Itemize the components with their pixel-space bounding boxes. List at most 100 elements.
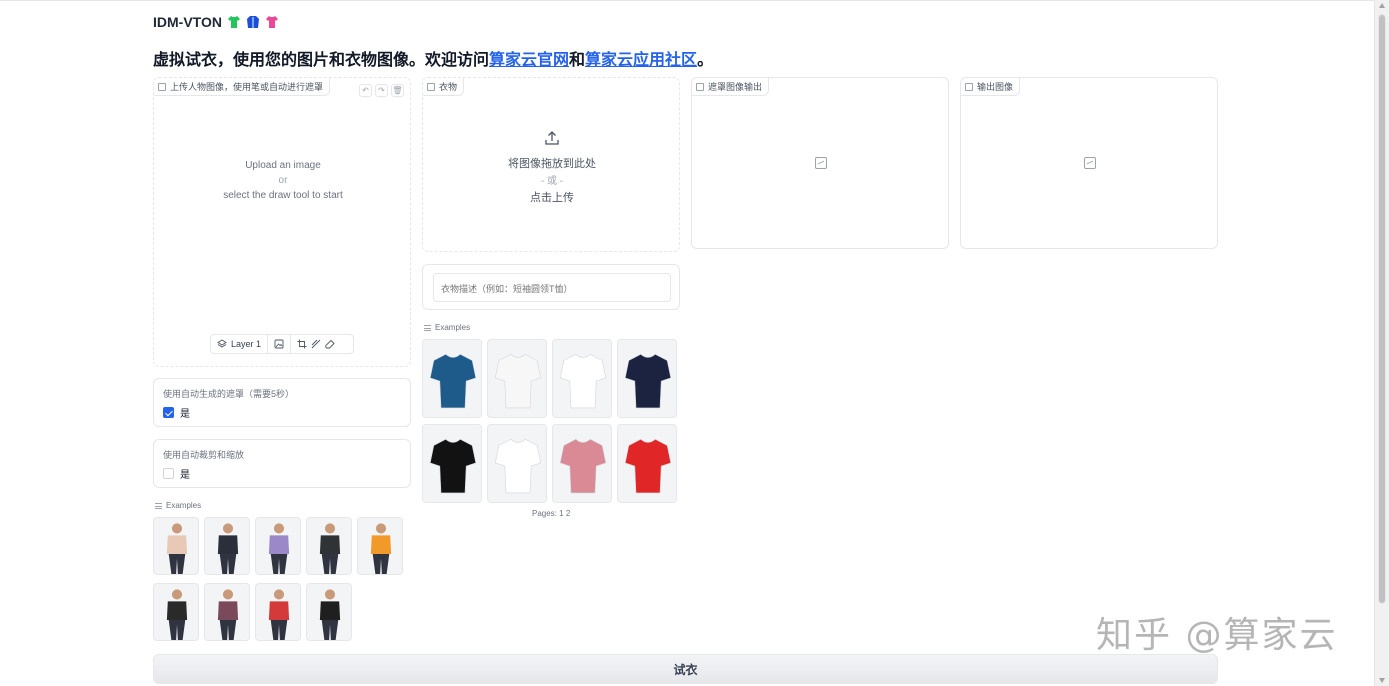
editor-hint[interactable]: Upload an image or select the draw tool … [154,158,412,203]
hint-or: or [278,175,288,186]
auto-crop-option-text: 是 [180,470,190,481]
garment-example-5[interactable] [422,424,482,503]
green-tshirt-icon [227,16,240,28]
person-example-3[interactable] [255,517,301,575]
person-example-1[interactable] [153,517,199,575]
editor-label-text: 上传人物图像，使用笔或自动进行遮罩 [170,82,324,92]
image-placeholder-icon [815,157,827,169]
person-photo-icon [268,523,290,574]
garment-example-2[interactable] [487,339,547,418]
final-output-label: 输出图像 [961,78,1021,96]
or-text: - 或 - [540,176,564,187]
image-icon [427,82,435,91]
click-upload-text: 点击上传 [530,192,574,204]
scroll-down-icon[interactable] [1379,678,1385,683]
subtitle-text: 虚拟试衣，使用您的图片和衣物图像。欢迎访问 [153,52,490,69]
garment-example-1[interactable] [422,339,482,418]
final-output-label-text: 输出图像 [977,82,1014,92]
garment-description-block [422,264,680,310]
person-photo-icon [268,589,290,640]
garment-label-text: 衣物 [439,82,458,92]
garment-label: 衣物 [423,78,465,96]
page-1-link[interactable]: 1 [559,509,563,518]
auto-mask-checkbox-row[interactable]: 是 [163,405,190,420]
person-example-6[interactable] [153,583,199,641]
blue-jacket-icon [246,16,259,28]
trash-icon[interactable]: 🗑 [391,84,404,97]
list-icon [155,502,162,509]
person-example-4[interactable] [306,517,352,575]
layer-toolbar: Layer 1 [210,334,354,354]
person-example-7[interactable] [204,583,250,641]
person-example-8[interactable] [255,583,301,641]
final-output-panel: 输出图像 [960,77,1218,249]
subtitle-and: 和 [569,52,586,69]
app-title: IDM-VTON [153,14,279,30]
tshirt-icon [429,438,477,494]
layer-label: Layer 1 [231,339,262,349]
upload-icon [545,131,559,145]
person-photo-icon [217,589,239,640]
garment-upload-text: 将图像拖放到此处 - 或 - 点击上传 [423,156,681,207]
app-title-text: IDM-VTON [153,14,222,30]
garment-example-6[interactable] [487,424,547,503]
scroll-up-icon[interactable] [1379,3,1385,8]
edit-tools [291,335,341,353]
undo-icon[interactable]: ↶ [359,84,372,97]
auto-mask-checkbox[interactable] [163,407,174,418]
hint-line1: Upload an image [245,160,321,171]
person-example-2[interactable] [204,517,250,575]
person-example-9[interactable] [306,583,352,641]
person-photo-icon [217,523,239,574]
eraser-icon[interactable] [325,339,335,349]
editor-toolbar: ↶ ↷ 🗑 [359,84,404,97]
community-link[interactable]: 算家云应用社区 [585,52,697,69]
auto-mask-label: 使用自动生成的遮罩（需要5秒） [163,389,295,399]
garment-examples-title: Examples [424,323,470,332]
pink-tshirt-icon [265,16,278,28]
person-photo-icon [319,523,341,574]
pages-label: Pages: [532,509,557,518]
garment-description-input[interactable] [433,273,671,302]
tshirt-icon [624,438,672,494]
person-examples-title-text: Examples [166,501,202,510]
mask-output-label-text: 遮罩图像输出 [708,82,763,92]
auto-crop-label: 使用自动裁剪和缩放 [163,450,245,460]
page-scrollbar[interactable] [1374,0,1389,686]
editor-label: 上传人物图像，使用笔或自动进行遮罩 [154,78,331,96]
auto-mask-option: 使用自动生成的遮罩（需要5秒） 是 [153,378,411,427]
page-2-link[interactable]: 2 [566,509,570,518]
person-image-editor[interactable]: 上传人物图像，使用笔或自动进行遮罩 ↶ ↷ 🗑 Upload an image … [153,77,411,367]
image-icon [696,82,704,91]
garment-example-7[interactable] [552,424,612,503]
scrollbar-thumb[interactable] [1378,14,1386,604]
mask-output-label: 遮罩图像输出 [692,78,770,96]
person-example-5[interactable] [357,517,403,575]
garment-example-4[interactable] [617,339,677,418]
layer-selector[interactable]: Layer 1 [211,335,269,353]
crop-icon[interactable] [297,339,307,349]
auto-crop-checkbox[interactable] [163,468,174,479]
official-site-link[interactable]: 算家云官网 [489,52,569,69]
cardigan-icon [559,438,607,494]
try-on-button[interactable]: 试衣 [153,654,1218,684]
top-divider [0,0,1374,1]
drop-text: 将图像拖放到此处 [508,158,596,170]
tshirt-icon [494,353,542,409]
tshirt-icon [494,438,542,494]
garment-example-3[interactable] [552,339,612,418]
garment-upload[interactable]: 衣物 将图像拖放到此处 - 或 - 点击上传 [422,77,680,252]
person-photo-icon [166,589,188,640]
list-icon [424,324,431,331]
redo-icon[interactable]: ↷ [375,84,388,97]
person-photo-icon [370,523,392,574]
watermark: 知乎 @算家云 [1096,615,1338,656]
auto-mask-option-text: 是 [180,409,190,420]
auto-crop-checkbox-row[interactable]: 是 [163,466,190,481]
hint-line2: select the draw tool to start [223,190,343,201]
upload-image-tool[interactable] [268,335,292,353]
brush-icon[interactable] [311,339,321,349]
tank-top-icon [559,353,607,409]
garment-example-8[interactable] [617,424,677,503]
image-placeholder-icon [1084,157,1096,169]
